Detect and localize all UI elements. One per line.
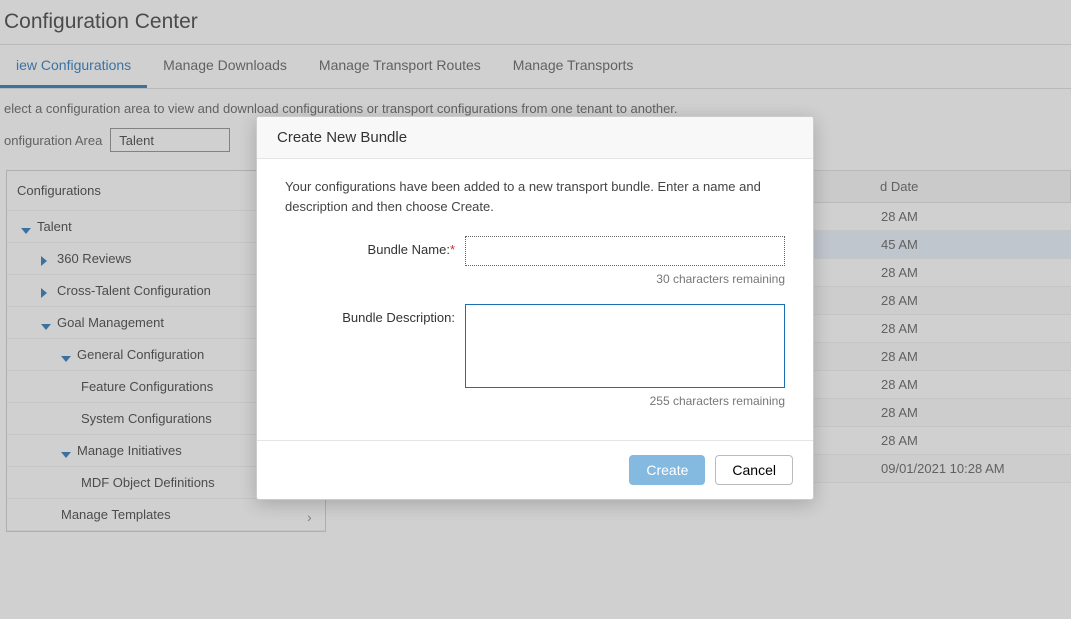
bundle-name-counter: 30 characters remaining bbox=[285, 272, 785, 286]
bundle-description-input[interactable] bbox=[465, 304, 785, 388]
dialog-title: Create New Bundle bbox=[257, 117, 813, 159]
create-bundle-dialog: Create New Bundle Your configurations ha… bbox=[256, 116, 814, 500]
bundle-name-input[interactable] bbox=[465, 236, 785, 266]
create-button[interactable]: Create bbox=[629, 455, 705, 485]
bundle-description-counter: 255 characters remaining bbox=[285, 394, 785, 408]
bundle-name-label: Bundle Name:* bbox=[285, 236, 465, 257]
cancel-button[interactable]: Cancel bbox=[715, 455, 793, 485]
required-icon: * bbox=[450, 242, 455, 257]
dialog-intro: Your configurations have been added to a… bbox=[285, 177, 785, 216]
bundle-description-label: Bundle Description: bbox=[285, 304, 465, 325]
